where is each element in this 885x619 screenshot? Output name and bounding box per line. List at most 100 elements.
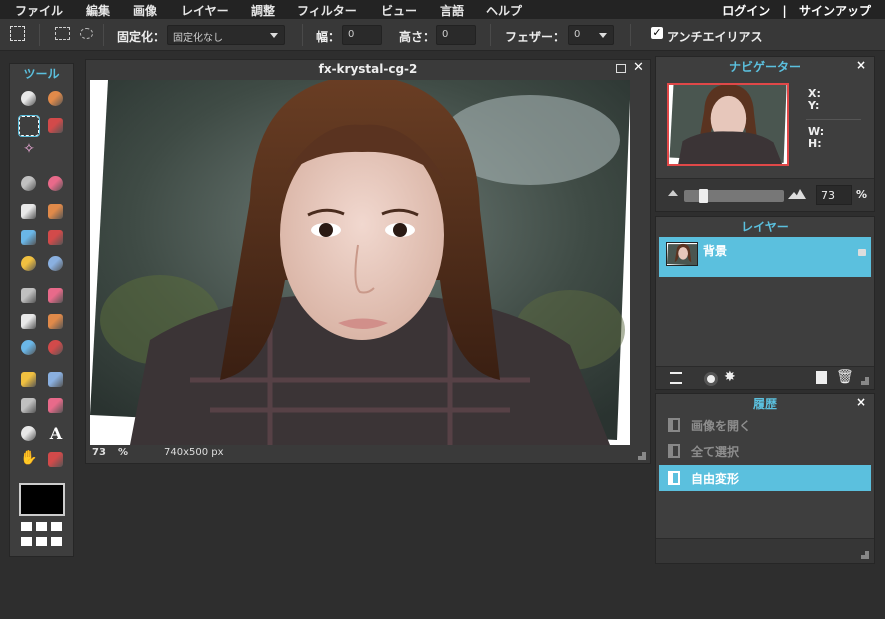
h-label: H: [808, 137, 822, 150]
history-item[interactable]: 全て選択 [659, 439, 871, 463]
smudge-tool-icon[interactable] [21, 314, 36, 329]
fixed-label: 固定化： [117, 30, 166, 44]
history-item[interactable]: 画像を開く [659, 413, 871, 437]
stamp-tool-icon[interactable] [48, 230, 63, 245]
history-item-active[interactable]: 自由変形 [659, 465, 871, 491]
resize-handle-icon[interactable] [861, 551, 869, 559]
divider [39, 24, 40, 46]
layer-effects-icon[interactable]: ✸ [724, 369, 736, 385]
account-links: ログイン | サインアップ [722, 2, 871, 19]
zoom-tool-icon[interactable] [48, 452, 63, 467]
feather-input[interactable]: 0 [568, 25, 614, 45]
ellipse-marquee-icon[interactable] [80, 28, 93, 39]
fixed-select[interactable]: 固定化なし [167, 25, 285, 45]
divider [302, 24, 303, 46]
eraser-tool-icon[interactable] [21, 204, 36, 219]
restore-icon[interactable] [616, 64, 626, 73]
grid-view-icon[interactable] [19, 522, 65, 550]
feather-label: フェザー： [505, 30, 566, 44]
width-label: 幅： [316, 30, 341, 44]
width-input[interactable]: 0 [342, 25, 382, 45]
zoom-in-icon[interactable] [788, 188, 806, 202]
history-title: 履歴 [752, 397, 777, 411]
layers-panel: レイヤー 背景 ✸ 🗑 [655, 216, 875, 390]
navigator-title: ナビゲーター [728, 60, 801, 74]
signup-link[interactable]: サインアップ [799, 4, 871, 18]
burn-tool-icon[interactable] [48, 340, 63, 355]
brush-tool-icon[interactable] [48, 176, 63, 191]
sharpen-tool-icon[interactable] [48, 288, 63, 303]
divider [490, 24, 491, 46]
dodge-tool-icon[interactable] [21, 340, 36, 355]
layer-row[interactable]: 背景 [659, 237, 871, 277]
zoom-out-icon[interactable] [668, 190, 678, 196]
marquee-tool-icon[interactable] [18, 115, 40, 137]
close-icon[interactable]: ✕ [633, 60, 644, 75]
marquee-tool-icon[interactable] [10, 26, 25, 41]
bloat-tool-icon[interactable] [21, 398, 36, 413]
lasso-tool-icon[interactable] [48, 118, 63, 133]
type-tool-icon[interactable]: A [46, 424, 66, 444]
pencil-tool-icon[interactable] [21, 176, 36, 191]
spot-heal-icon[interactable] [48, 372, 63, 387]
layers-title: レイヤー [741, 220, 789, 234]
history-item-label: 自由変形 [691, 472, 740, 486]
height-input[interactable]: 0 [436, 25, 476, 45]
antialias-checkbox[interactable]: ✓ [651, 27, 663, 39]
move-tool-icon[interactable] [48, 91, 63, 106]
sponge-tool-icon[interactable] [48, 314, 63, 329]
history-footer [656, 538, 874, 563]
layer-settings-icon[interactable] [670, 372, 682, 384]
canvas-title: fx-krystal-cg-2 [318, 62, 418, 76]
history-item-label: 全て選択 [691, 445, 740, 459]
close-icon[interactable]: × [856, 395, 866, 409]
layer-thumb-image [667, 243, 697, 265]
rect-marquee-icon[interactable] [55, 27, 70, 40]
photo [90, 80, 630, 445]
new-layer-icon[interactable] [816, 371, 827, 384]
zoom-value[interactable]: 73 [92, 447, 106, 458]
layer-thumbnail [666, 242, 698, 266]
menu-file[interactable]: ファイル [15, 2, 63, 19]
color-replace-icon[interactable] [21, 256, 36, 271]
red-eye-icon[interactable] [21, 372, 36, 387]
zoom-slider[interactable] [684, 189, 784, 203]
thumbnail-image [669, 85, 787, 164]
menu-adjust[interactable]: 調整 [251, 2, 275, 19]
options-bar: 固定化： 固定化なし 幅： 0 高さ： 0 フェザー： 0 ✓ アンチエイリアス [0, 19, 885, 51]
blur-tool-icon[interactable] [21, 288, 36, 303]
divider [806, 119, 861, 120]
primary-color-swatch[interactable] [19, 483, 65, 516]
menu-filter[interactable]: フィルター [297, 2, 357, 19]
magic-wand-icon[interactable]: ✧ [19, 141, 39, 161]
login-link[interactable]: ログイン [722, 4, 770, 18]
zoom-input[interactable]: 73 [816, 185, 852, 205]
zoom-bar: 73 % [656, 178, 874, 211]
resize-handle-icon[interactable] [638, 452, 646, 460]
close-icon[interactable]: × [856, 58, 866, 72]
layer-mask-icon[interactable] [704, 372, 718, 386]
hand-tool-icon[interactable]: ✋ [19, 450, 39, 470]
menu-layer[interactable]: レイヤー [181, 2, 229, 19]
tools-title: ツール [23, 67, 60, 81]
pinch-tool-icon[interactable] [48, 398, 63, 413]
color-picker-icon[interactable] [21, 426, 36, 441]
menu-edit[interactable]: 編集 [86, 2, 110, 19]
paint-bucket-icon[interactable] [48, 204, 63, 219]
image-size: 740x500 px [164, 447, 224, 458]
menu-language[interactable]: 言語 [440, 2, 464, 19]
document-canvas[interactable] [90, 80, 630, 445]
navigator-thumbnail[interactable] [667, 83, 789, 166]
menu-image[interactable]: 画像 [133, 2, 157, 19]
gradient-tool-icon[interactable] [21, 230, 36, 245]
trash-icon[interactable]: 🗑 [836, 369, 854, 385]
menu-view[interactable]: ビュー [381, 2, 417, 19]
history-item-label: 画像を開く [691, 419, 752, 433]
menu-divider: | [782, 4, 787, 18]
zoom-slider-handle[interactable] [699, 189, 708, 203]
draw-shape-icon[interactable] [48, 256, 63, 271]
fixed-select-value: 固定化なし [173, 33, 223, 44]
crop-tool-icon[interactable] [21, 91, 36, 106]
menu-help[interactable]: ヘルプ [486, 2, 522, 19]
resize-handle-icon[interactable] [861, 377, 869, 385]
